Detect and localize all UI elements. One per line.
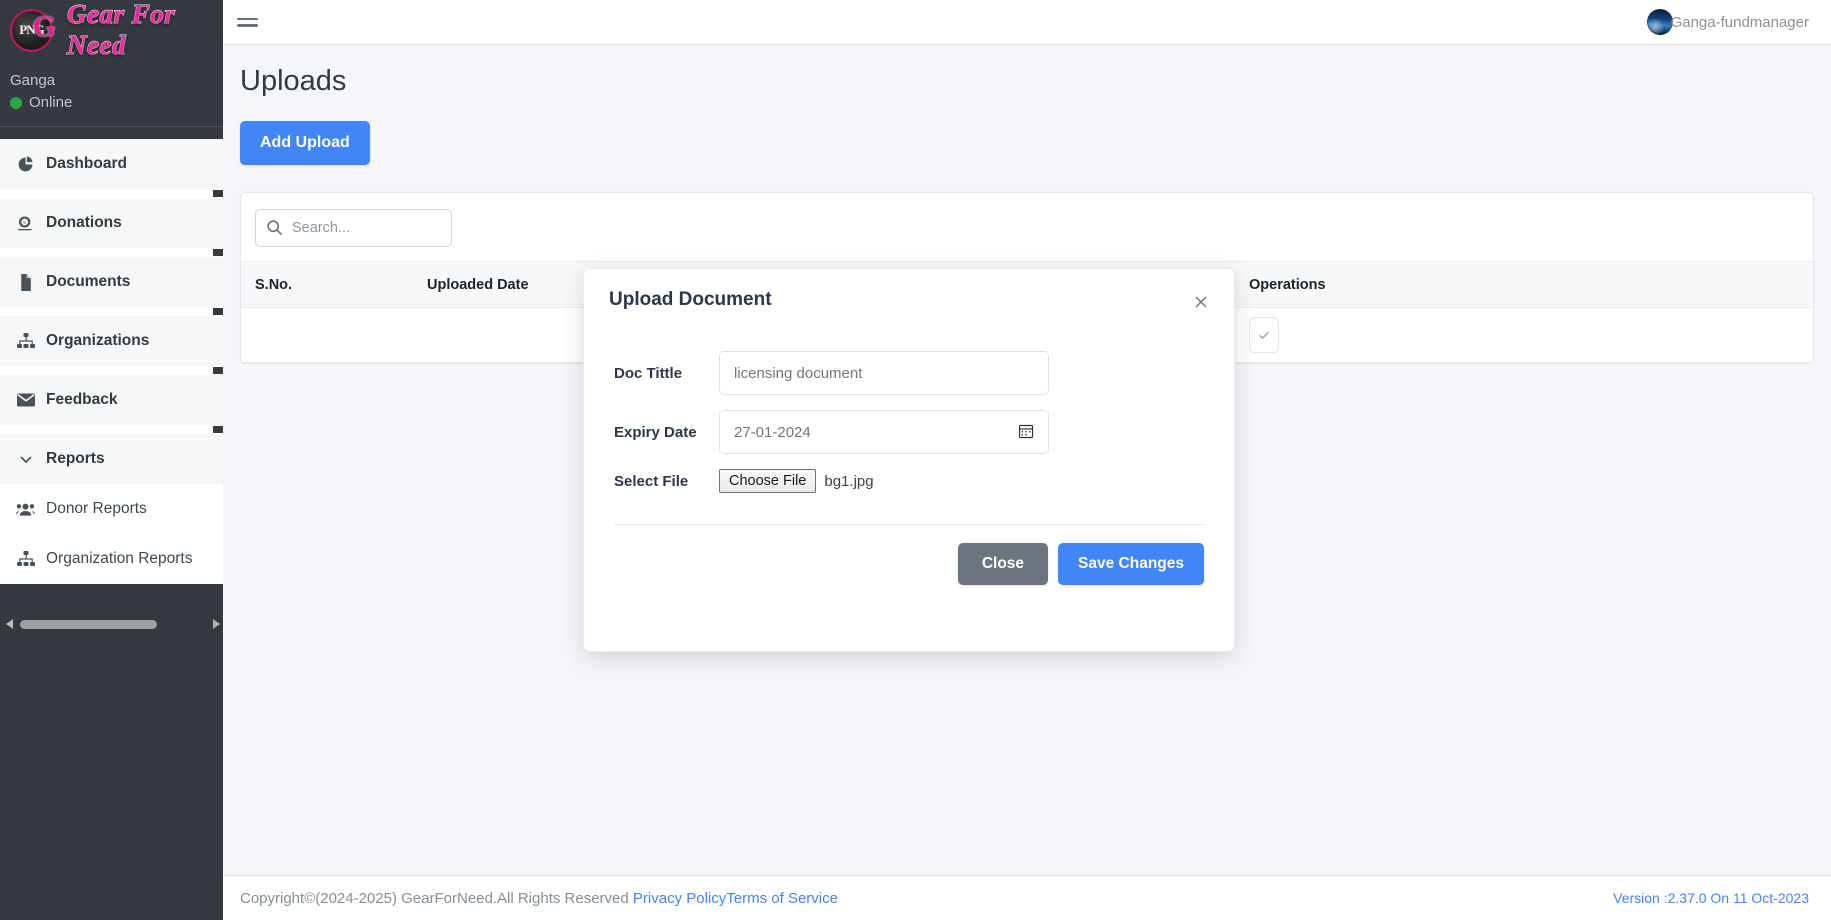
modal-footer: Close Save Changes: [614, 524, 1204, 585]
search-wrapper: [255, 209, 452, 247]
brand-header[interactable]: PNG G Gear For Need: [0, 0, 223, 61]
sidebar-divider: [0, 189, 223, 198]
sidebar: PNG G Gear For Need Ganga Online Dashboa…: [0, 0, 223, 920]
cell-operations: [1249, 308, 1813, 363]
brand-name: Gear For Need: [67, 0, 176, 61]
sidebar-item-donations[interactable]: S Donations: [0, 198, 223, 248]
sitemap-icon: [16, 332, 35, 351]
file-input-wrapper[interactable]: Choose File bg1.jpg: [719, 469, 874, 493]
expiry-date-input[interactable]: [719, 410, 1049, 454]
sidebar-item-label: Dashboard: [46, 155, 127, 172]
app-logo-icon: PNG G: [10, 8, 56, 52]
sidebar-item-label: Documents: [46, 273, 131, 290]
card-header: [241, 193, 1813, 261]
sidebar-item-label: Donor Reports: [46, 500, 147, 517]
close-button[interactable]: Close: [957, 543, 1049, 585]
close-icon[interactable]: [1190, 291, 1212, 313]
save-changes-button[interactable]: Save Changes: [1058, 543, 1204, 585]
selected-file-name: bg1.jpg: [824, 472, 874, 490]
search-icon: [266, 219, 283, 236]
page-footer: Copyright©(2024-2025) GearForNeed.All Ri…: [223, 875, 1831, 920]
avatar: [1646, 9, 1673, 35]
sidebar-divider: [0, 248, 223, 257]
column-header-sno[interactable]: S.No.: [241, 262, 427, 308]
doc-title-label: Doc Tittle: [614, 364, 683, 382]
user-menu[interactable]: Ganga-fundmanager: [1646, 9, 1809, 35]
sitemap-icon: [16, 550, 35, 569]
sidebar-item-reports[interactable]: Reports: [0, 434, 223, 484]
choose-file-button[interactable]: Choose File: [719, 469, 817, 493]
modal-body: Doc Tittle Expiry Date Select File Choos…: [584, 313, 1234, 493]
calendar-icon[interactable]: [1018, 423, 1035, 440]
hamburger-icon[interactable]: [237, 14, 259, 31]
svg-text:S: S: [23, 220, 26, 226]
online-status-dot-icon: [10, 97, 22, 109]
page-title: Uploads: [240, 65, 347, 97]
add-upload-button[interactable]: Add Upload: [240, 121, 370, 165]
expiry-date-label: Expiry Date: [614, 423, 697, 441]
column-header-operations[interactable]: Operations: [1249, 262, 1813, 308]
donation-icon: S: [16, 214, 35, 233]
sidebar-item-organizations[interactable]: Organizations: [0, 316, 223, 366]
footer-copyright-block: Copyright©(2024-2025) GearForNeed.All Ri…: [240, 890, 838, 907]
user-panel-status-label: Online: [29, 94, 73, 111]
footer-version: Version :2.37.0 On 11 Oct-2023: [1613, 890, 1809, 906]
scroll-left-arrow-icon[interactable]: [2, 613, 16, 635]
sidebar-item-label: Donations: [46, 214, 122, 231]
user-panel-name: Ganga: [10, 72, 56, 89]
sidebar-item-label: Reports: [46, 450, 105, 467]
user-panel-status: Online: [10, 92, 211, 114]
search-input[interactable]: [255, 209, 452, 247]
envelope-icon: [16, 391, 35, 410]
scroll-right-arrow-icon[interactable]: [209, 613, 223, 635]
scrollbar-thumb[interactable]: [20, 619, 157, 629]
sidebar-item-documents[interactable]: Documents: [0, 257, 223, 307]
expiry-date-wrapper: [719, 410, 1049, 454]
users-icon: [16, 500, 35, 519]
form-row-doc-title: Doc Tittle: [614, 351, 1204, 395]
form-row-expiry-date: Expiry Date: [614, 410, 1204, 454]
approve-check-button[interactable]: [1249, 317, 1279, 353]
sidebar-divider: [0, 425, 223, 434]
modal-header: Upload Document: [584, 269, 1234, 313]
terms-of-service-link[interactable]: Terms of Service: [726, 890, 838, 907]
upload-document-modal: Upload Document Doc Tittle Expiry Date S…: [583, 268, 1235, 652]
sidebar-nav: Dashboard S Donations Documents Organiza…: [0, 139, 223, 635]
sidebar-horizontal-scrollbar[interactable]: [0, 613, 223, 635]
privacy-policy-link[interactable]: Privacy Policy: [633, 890, 726, 907]
chevron-down-icon: [16, 450, 35, 469]
form-row-select-file: Select File Choose File bg1.jpg: [614, 469, 1204, 493]
footer-copyright-text: Copyright©(2024-2025) GearForNeed.All Ri…: [240, 889, 633, 907]
top-navbar: Ganga-fundmanager: [223, 0, 1831, 45]
sidebar-item-donor-reports[interactable]: Donor Reports: [0, 484, 223, 534]
topbar-username: Ganga-fundmanager: [1670, 13, 1809, 31]
sidebar-item-label: Organizations: [46, 332, 150, 349]
user-panel: Ganga Online: [0, 60, 223, 127]
document-icon: [16, 273, 35, 292]
logo-monogram: G: [32, 9, 56, 43]
sidebar-divider: [0, 307, 223, 316]
sidebar-item-label: Feedback: [46, 391, 118, 408]
sidebar-item-label: Organization Reports: [46, 550, 193, 567]
modal-title: Upload Document: [609, 289, 772, 310]
sidebar-item-dashboard[interactable]: Dashboard: [0, 139, 223, 189]
doc-title-input[interactable]: [719, 351, 1049, 395]
pie-chart-icon: [16, 155, 35, 174]
cell-sno: [241, 308, 427, 363]
sidebar-item-feedback[interactable]: Feedback: [0, 375, 223, 425]
select-file-label: Select File: [614, 472, 689, 490]
sidebar-divider: [0, 366, 223, 375]
doc-title-wrapper: [719, 351, 1049, 395]
sidebar-item-organization-reports[interactable]: Organization Reports: [0, 534, 223, 584]
